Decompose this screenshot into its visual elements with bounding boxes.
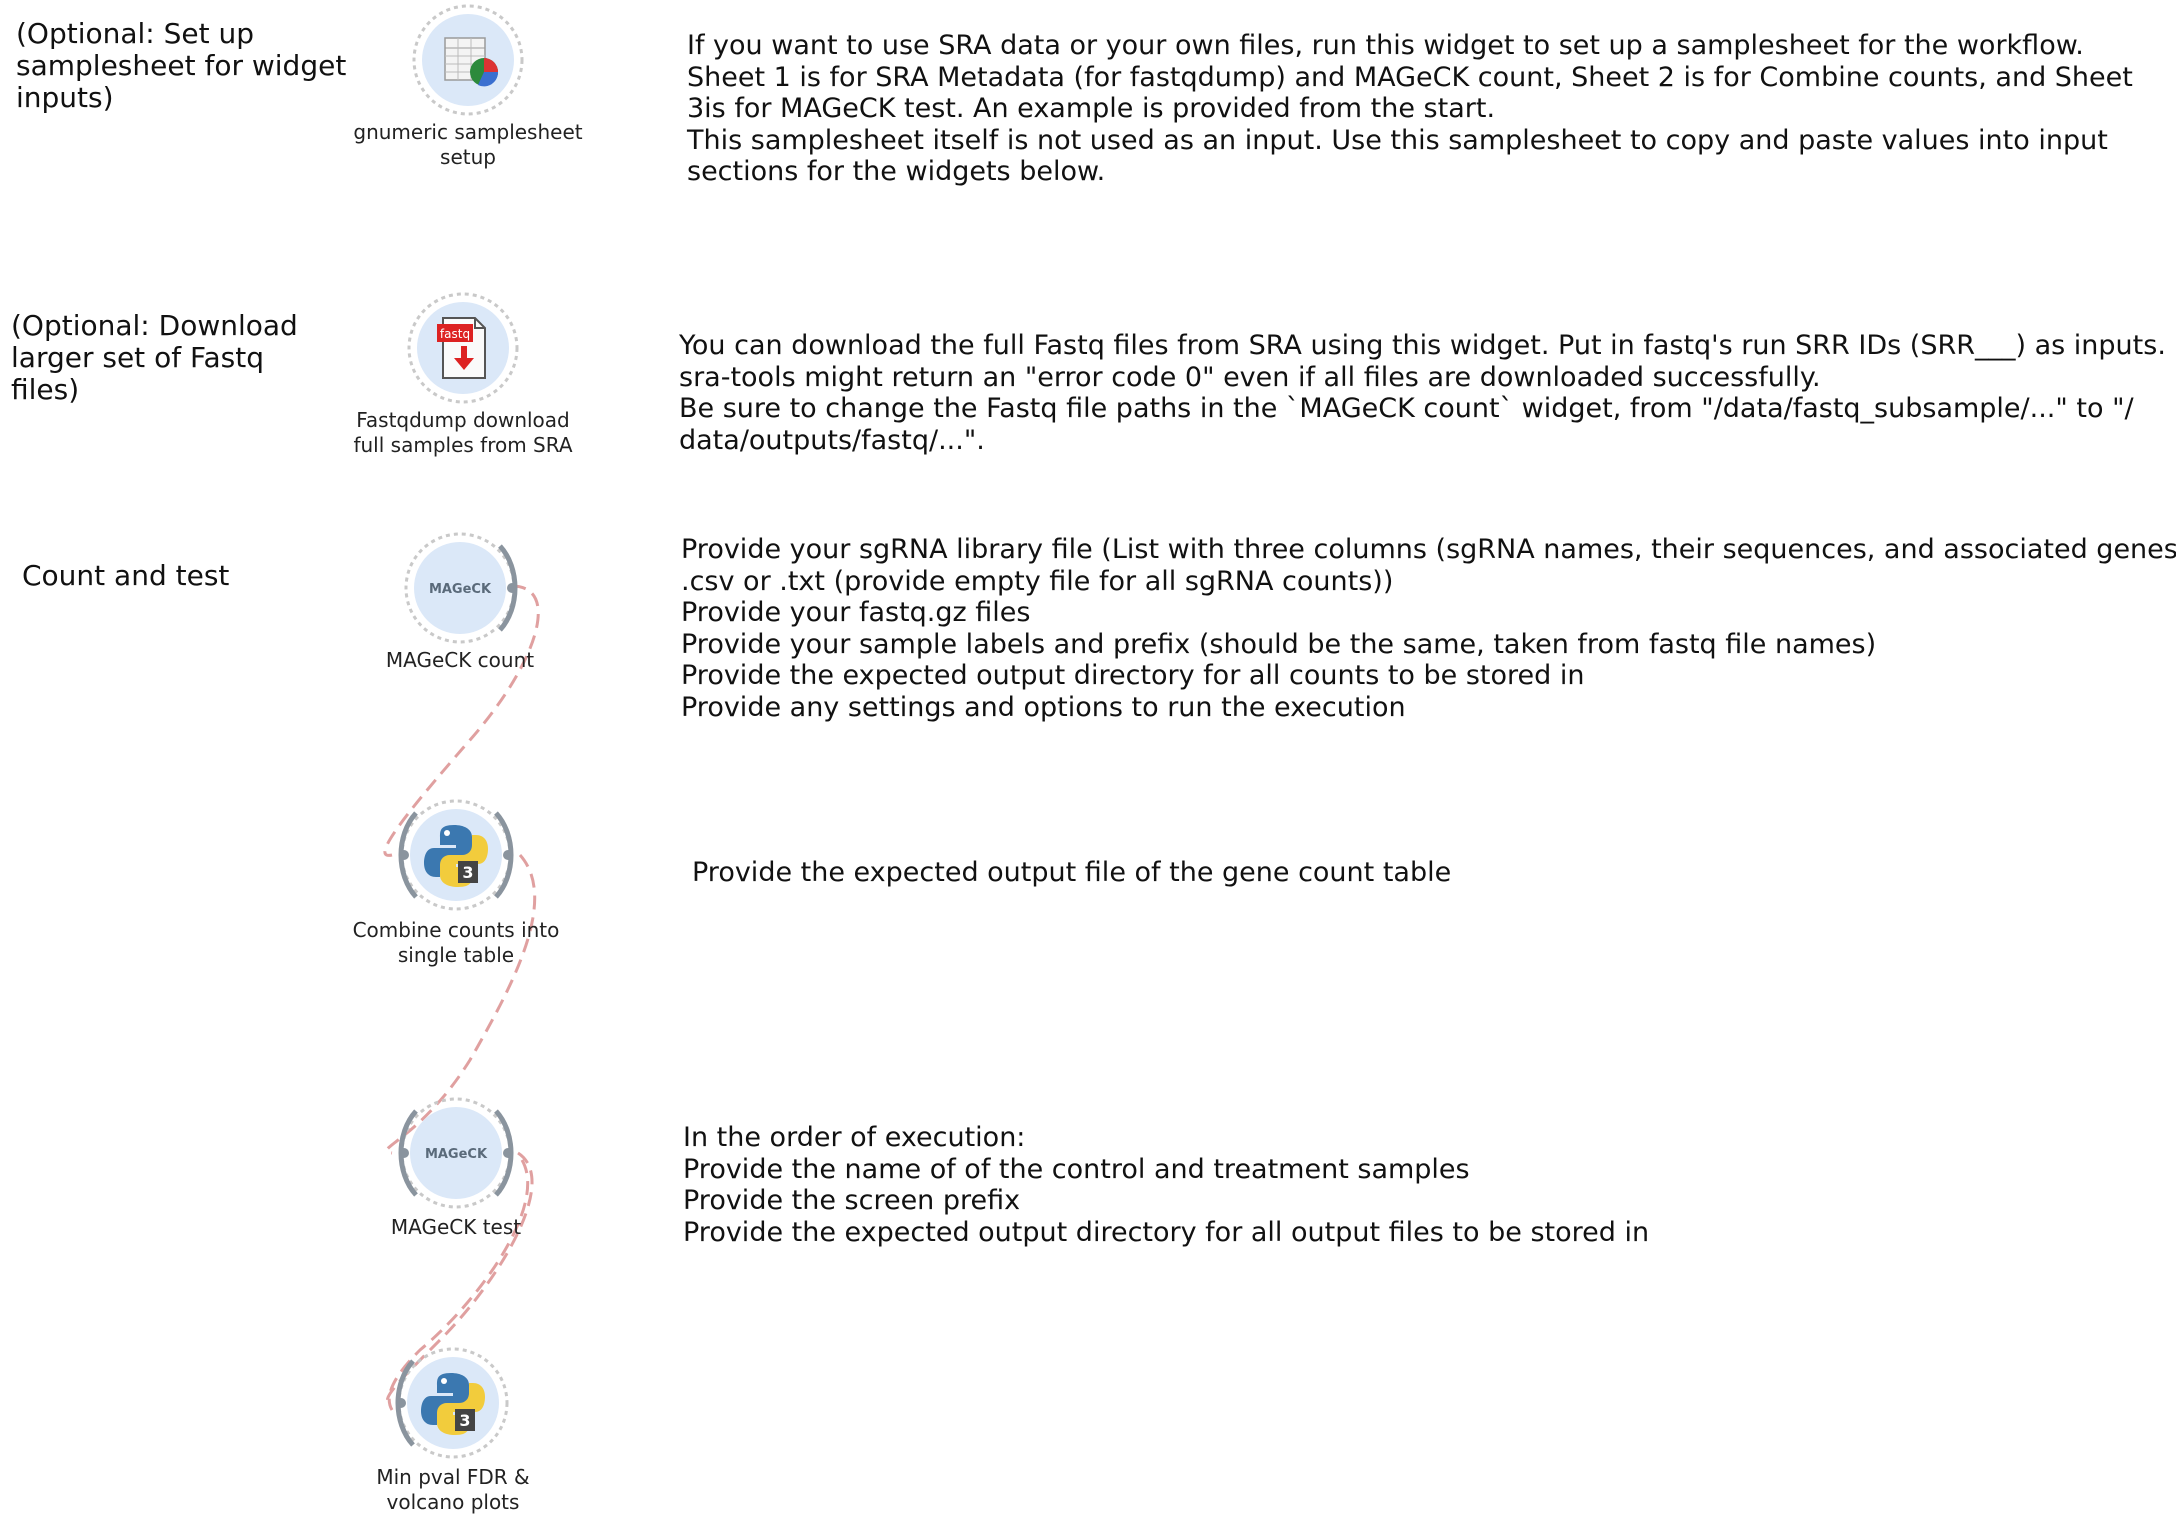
mageck-icon: MAGeCK: [404, 532, 518, 644]
python3-icon: 3: [398, 799, 514, 911]
combine-counts-widget[interactable]: 3: [396, 795, 516, 915]
python-version-label: 3: [459, 1411, 470, 1430]
mageck-count-caption: MAGeCK count: [385, 648, 535, 672]
section-label-setup: (Optional: Set up samplesheet for widget…: [16, 17, 347, 114]
note-setup: If you want to use SRA data or your own …: [687, 30, 2133, 187]
spreadsheet-chart-icon: [412, 4, 524, 116]
section-label-download: (Optional: Download larger set of Fastq …: [11, 309, 298, 406]
python-version-label: 3: [462, 863, 473, 882]
gnumeric-caption: gnumeric samplesheet setup: [353, 120, 583, 169]
mageck-icon-label: MAGeCK: [425, 1147, 488, 1162]
mageck-icon-label: MAGeCK: [429, 582, 492, 597]
fastq-download-icon: fastq: [407, 292, 519, 404]
note-download: You can download the full Fastq files fr…: [679, 330, 2166, 456]
fastqdump-widget[interactable]: fastq: [403, 288, 523, 408]
mageck-count-widget[interactable]: MAGeCK: [400, 528, 520, 648]
note-combine: Provide the expected output file of the …: [692, 857, 1452, 888]
note-count: Provide your sgRNA library file (List wi…: [681, 534, 2176, 723]
min-pval-caption: Min pval FDR & volcano plots: [376, 1465, 530, 1514]
note-test: In the order of execution: Provide the n…: [683, 1122, 1650, 1248]
mageck-test-widget[interactable]: MAGeCK: [396, 1093, 516, 1213]
combine-counts-caption: Combine counts into single table: [352, 918, 560, 967]
fastqdump-caption: Fastqdump download full samples from SRA: [353, 408, 573, 457]
gnumeric-samplesheet-widget[interactable]: [408, 0, 528, 120]
widget-links: [383, 584, 540, 1411]
python3-icon: 3: [395, 1347, 509, 1459]
section-label-count-and-test: Count and test: [22, 559, 230, 592]
mageck-test-caption: MAGeCK test: [390, 1215, 522, 1239]
min-pval-volcano-widget[interactable]: 3: [393, 1343, 513, 1463]
mageck-icon: MAGeCK: [398, 1097, 514, 1209]
fastq-icon-label: fastq: [440, 327, 470, 341]
